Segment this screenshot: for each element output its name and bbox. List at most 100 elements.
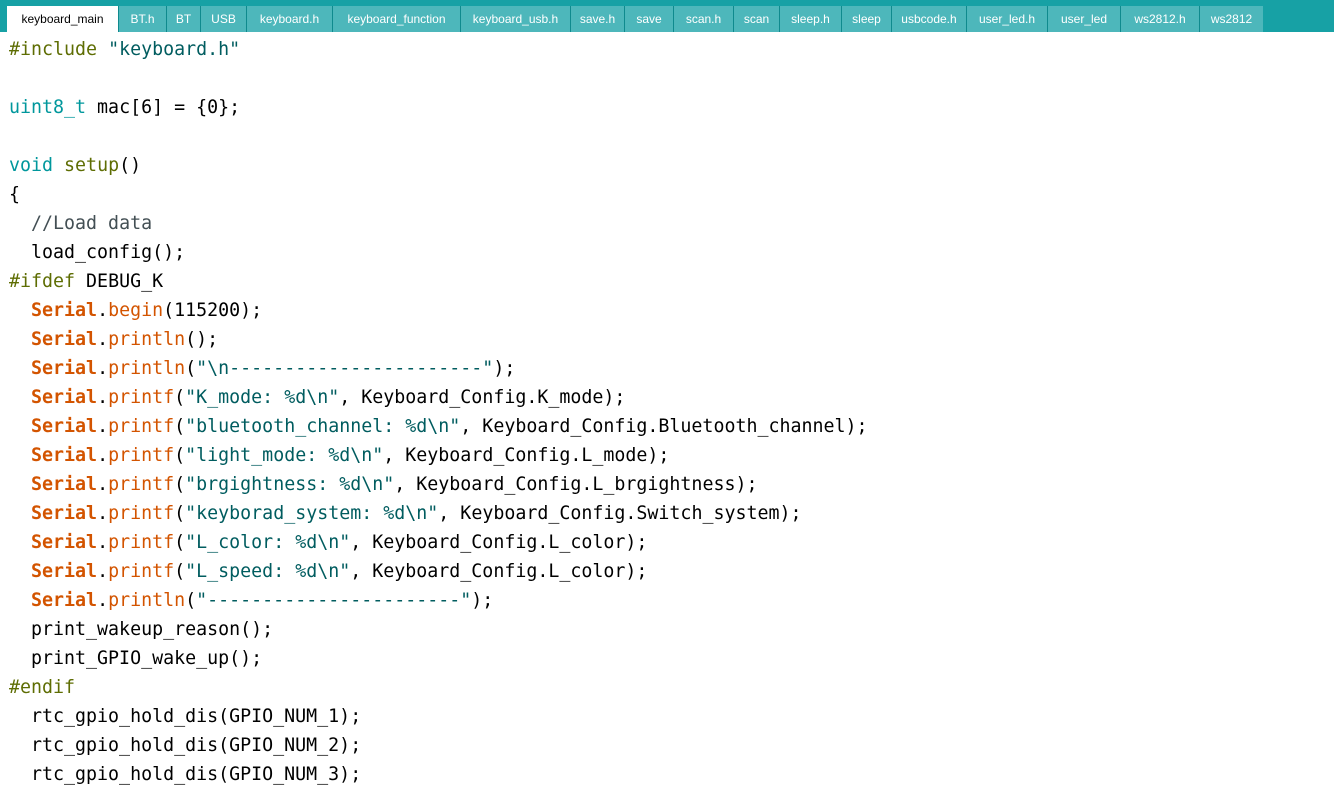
tab-keyboard-function[interactable]: keyboard_function [332,6,460,32]
code-token: ( [174,503,186,524]
code-token: //Load data [31,213,153,234]
code-token: , Keyboard_Config.L_color); [350,532,648,553]
code-token: Serial [31,358,98,379]
tab-scan[interactable]: scan [733,6,779,32]
code-line: { [9,180,20,209]
code-token: ( [174,532,186,553]
code-token: printf [108,532,175,553]
code-token: { [9,184,21,205]
code-token: ); [493,358,516,379]
tab-keyboard-h[interactable]: keyboard.h [246,6,332,32]
code-token: Serial [31,329,98,350]
code-line: rtc_gpio_hold_dis(GPIO_NUM_1); [9,702,361,731]
tab-ws2812-h[interactable]: ws2812.h [1120,6,1199,32]
code-token: rtc_gpio_hold_dis(GPIO_NUM_1); [9,706,362,727]
tab-ws2812[interactable]: ws2812 [1199,6,1263,32]
code-token: print_wakeup_reason(); [9,619,274,640]
tab-save-h[interactable]: save.h [570,6,624,32]
code-token: . [97,474,109,495]
code-line: rtc_gpio_hold_dis(GPIO_NUM_2); [9,731,361,760]
code-token: ( [174,387,186,408]
code-token: rtc_gpio_hold_dis(GPIO_NUM_3); [9,764,362,785]
code-line: print_GPIO_wake_up(); [9,644,262,673]
code-line: void setup() [9,151,141,180]
code-line: rtc_gpio_hold_dis(GPIO_NUM_3); [9,760,361,789]
code-line: Serial.printf("L_color: %d\n", Keyboard_… [9,528,647,557]
tab-keyboard-usb-h[interactable]: keyboard_usb.h [460,6,570,32]
code-token: "L_speed: %d\n" [185,561,351,582]
code-token: "L_color: %d\n" [185,532,351,553]
code-token: #endif [9,677,76,698]
code-token: . [97,561,109,582]
code-token: printf [108,503,175,524]
code-token: , Keyboard_Config.L_brgightness); [394,474,758,495]
code-line: Serial.printf("bluetooth_channel: %d\n",… [9,412,868,441]
code-line: uint8_t mac[6] = {0}; [9,93,240,122]
tab-bt[interactable]: BT [166,6,200,32]
tab-keyboard-main[interactable]: keyboard_main [7,6,118,32]
code-token: printf [108,474,175,495]
tab-sleep[interactable]: sleep [841,6,891,32]
code-token: "\n-----------------------" [196,358,494,379]
tab-save[interactable]: save [624,6,673,32]
code-token: "brgightness: %d\n" [185,474,395,495]
code-token: ( [185,358,197,379]
code-token: Serial [31,300,98,321]
code-token: printf [108,416,175,437]
tab-scan-h[interactable]: scan.h [673,6,733,32]
code-token: ( [185,590,197,611]
code-line: Serial.println("\n----------------------… [9,354,515,383]
tab-sleep-h[interactable]: sleep.h [779,6,841,32]
tab-user-led[interactable]: user_led [1047,6,1120,32]
code-line: Serial.printf("brgightness: %d\n", Keybo… [9,470,757,499]
code-token: Serial [31,474,98,495]
code-token: . [97,416,109,437]
code-line: Serial.printf("L_speed: %d\n", Keyboard_… [9,557,647,586]
code-token: DEBUG_K [75,271,164,292]
code-token: printf [108,561,175,582]
code-token: . [97,445,109,466]
code-token: , Keyboard_Config.L_mode); [383,445,670,466]
code-token: setup [64,155,120,176]
code-token: ( [174,474,186,495]
code-token: println [108,329,186,350]
tab-usb[interactable]: USB [200,6,246,32]
tab-bt-h[interactable]: BT.h [118,6,166,32]
code-token: mac[6] = {0}; [86,97,241,118]
code-token: "K_mode: %d\n" [185,387,340,408]
code-token: Serial [31,445,98,466]
code-line: Serial.begin(115200); [9,296,262,325]
code-token: begin [108,300,164,321]
code-editor[interactable]: #include "keyboard.h" uint8_t mac[6] = {0… [0,32,1334,792]
code-token: . [97,387,109,408]
code-token: println [108,590,186,611]
code-line: print_wakeup_reason(); [9,615,273,644]
code-line: #ifdef DEBUG_K [9,267,163,296]
code-token: printf [108,445,175,466]
code-line: //Load data [9,209,152,238]
tab-user-led-h[interactable]: user_led.h [966,6,1047,32]
code-token: ( [174,445,186,466]
code-line: Serial.printf("light_mode: %d\n", Keyboa… [9,441,669,470]
code-token: Serial [31,590,98,611]
code-token: , Keyboard_Config.Bluetooth_channel); [460,416,868,437]
code-token: "-----------------------" [196,590,472,611]
code-token: Serial [31,503,98,524]
code-token: println [108,358,186,379]
code-token: uint8_t [9,97,87,118]
code-token: . [97,300,109,321]
code-token: Serial [31,532,98,553]
code-token: #ifdef [9,271,76,292]
code-line: #include "keyboard.h" [9,35,240,64]
tab-usbcode-h[interactable]: usbcode.h [891,6,966,32]
